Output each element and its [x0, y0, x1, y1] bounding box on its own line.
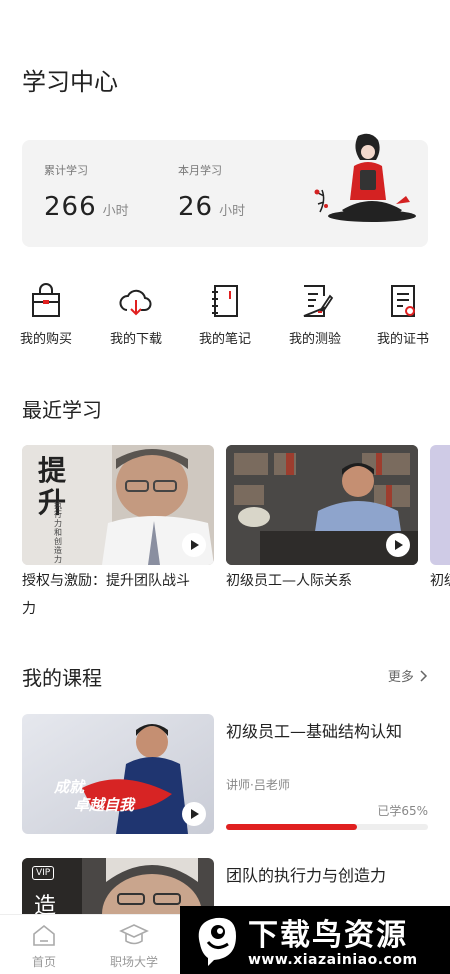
play-icon[interactable]: [182, 802, 206, 826]
certificate-icon: [391, 285, 415, 317]
cloud-download-icon: [119, 289, 152, 316]
tab-home-label: 首页: [31, 955, 56, 969]
recent-learning-title: 最近学习: [22, 398, 102, 422]
recent-thumbnail-2: [226, 445, 418, 565]
month-study-stat: 本月学习 26 小时: [178, 162, 245, 222]
my-notes-label: 我的笔记: [198, 332, 251, 347]
watermark-url: www.xiazainiao.com: [248, 952, 418, 968]
my-courses-title: 我的课程: [22, 666, 102, 690]
tab-career-university-label: 职场大学: [109, 955, 158, 969]
month-study-value: 26: [178, 192, 214, 222]
study-stats-card: 累计学习 266 小时 本月学习 26 小时: [22, 133, 428, 247]
my-notes-button[interactable]: 我的笔记: [185, 282, 265, 347]
quick-actions: 我的购买 我的下载 我的笔记 我的测验 我的证书: [0, 282, 450, 352]
bird-logo-icon: [198, 917, 236, 966]
recent-card-1[interactable]: 提升 执行力和创造力 授权与激励：提升团队战斗 力: [22, 445, 214, 623]
play-icon[interactable]: [182, 533, 206, 557]
course-progress-fill-1: [226, 824, 358, 830]
course-teacher-1: 讲师·吕老师: [226, 778, 290, 792]
recent-thumbnail-1: 提升 执行力和创造力: [22, 445, 214, 565]
chevron-right-icon: [420, 670, 428, 682]
my-certificates-button[interactable]: 我的证书: [363, 282, 443, 347]
recent-card-2[interactable]: 初级员工—人际关系: [226, 445, 418, 595]
home-icon: [33, 924, 55, 946]
recent-title-1-line1: 授权与激励：提升团队战斗: [22, 573, 190, 589]
more-courses-link[interactable]: 更多: [388, 666, 428, 685]
course-title-2: 团队的执行力与创造力: [226, 866, 387, 885]
course-thumbnail-1: 成就 卓越自我: [22, 714, 214, 834]
my-purchases-button[interactable]: 我的购买: [6, 282, 86, 347]
tab-home[interactable]: 首页: [4, 923, 84, 970]
shopping-bag-icon: [32, 283, 60, 317]
recent-card-3[interactable]: 初级: [430, 445, 450, 595]
my-purchases-label: 我的购买: [19, 332, 72, 347]
month-study-unit: 小时: [219, 204, 246, 219]
recent-title-2: 初级员工—人际关系: [226, 573, 352, 589]
thumbnail-quote-line2: 卓越自我: [74, 796, 135, 814]
watermark-banner: 下载鸟资源 www.xiazainiao.com: [180, 906, 450, 974]
recent-title-1-line2: 力: [22, 601, 36, 617]
my-quizzes-button[interactable]: 我的测验: [275, 282, 355, 347]
quiz-icon: [303, 285, 334, 317]
vip-badge: VIP: [32, 866, 55, 880]
total-study-stat: 累计学习 266 小时: [44, 162, 129, 222]
course-item-1[interactable]: 成就 卓越自我 初级员工—基础结构认知 讲师·吕老师 已学65%: [22, 714, 428, 834]
total-study-unit: 小时: [102, 204, 129, 219]
my-certificates-label: 我的证书: [376, 332, 429, 347]
tab-career-university[interactable]: 职场大学: [94, 923, 174, 970]
recent-title-3: 初级: [430, 573, 450, 589]
reading-woman-illustration: [314, 133, 416, 222]
watermark-title: 下载鸟资源: [248, 918, 408, 953]
my-downloads-button[interactable]: 我的下载: [96, 282, 176, 347]
my-downloads-label: 我的下载: [109, 332, 162, 347]
graduation-cap-icon: [119, 924, 149, 945]
total-study-value: 266: [44, 192, 97, 222]
thumbnail-subtitle-text: 执行力和创造力: [54, 501, 62, 564]
more-label: 更多: [387, 670, 414, 685]
course-title-1: 初级员工—基础结构认知: [226, 722, 403, 741]
notebook-icon: [212, 285, 238, 317]
course-progress-bar-1: [226, 824, 428, 830]
play-icon[interactable]: [386, 533, 410, 557]
recent-thumbnail-3: [430, 445, 450, 565]
course-progress-label-1: 已学65%: [377, 804, 428, 818]
page-title: 学习中心: [22, 68, 118, 96]
month-study-label: 本月学习: [178, 164, 222, 177]
my-quizzes-label: 我的测验: [288, 332, 341, 347]
total-study-label: 累计学习: [44, 164, 88, 177]
